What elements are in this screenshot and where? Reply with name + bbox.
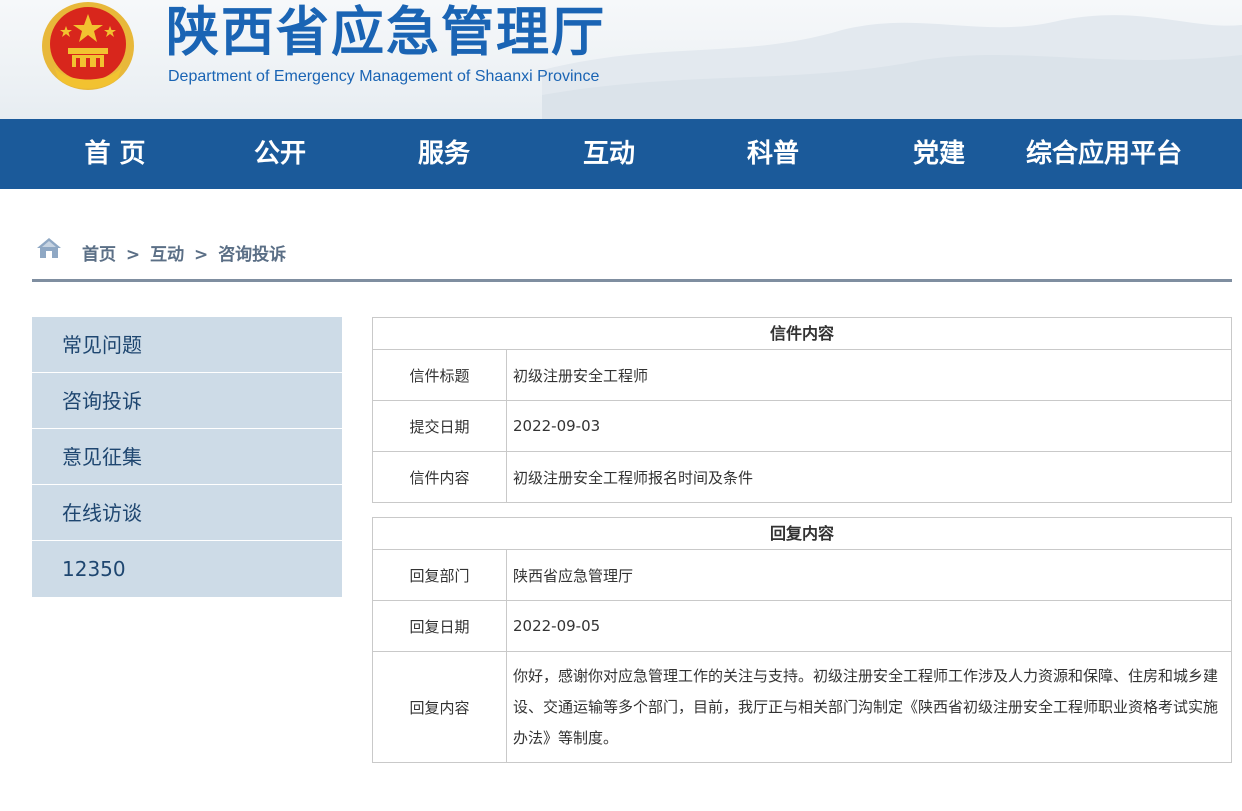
table-row: 信件内容 初级注册安全工程师报名时间及条件 xyxy=(373,452,1231,502)
site-title: 陕西省应急管理厅 xyxy=(166,2,606,63)
row-value: 初级注册安全工程师 xyxy=(513,366,649,385)
nav-item-platform[interactable]: 综合应用平台 xyxy=(1014,119,1194,189)
row-label: 回复日期 xyxy=(373,601,507,651)
table-row: 回复日期 2022-09-05 xyxy=(373,601,1231,652)
letter-heading: 信件内容 xyxy=(373,318,1231,350)
table-row: 回复部门 陕西省应急管理厅 xyxy=(373,550,1231,601)
home-icon[interactable] xyxy=(36,236,62,260)
breadcrumb-separator: > xyxy=(194,245,209,265)
nav-item-science[interactable]: 科普 xyxy=(718,119,828,189)
breadcrumb: 首页 > 互动 > 咨询投诉 xyxy=(82,240,286,265)
table-row: 回复内容 你好，感谢你对应急管理工作的关注与支持。初级注册安全工程师工作涉及人力… xyxy=(373,652,1231,762)
national-emblem-icon xyxy=(42,2,134,90)
nav-item-home[interactable]: 首 页 xyxy=(60,119,170,189)
sidebar: 常见问题 咨询投诉 意见征集 在线访谈 12350 xyxy=(32,317,342,598)
table-row: 提交日期 2022-09-03 xyxy=(373,401,1231,452)
sidebar-item-consult[interactable]: 咨询投诉 xyxy=(32,373,342,429)
row-label: 信件标题 xyxy=(373,350,507,400)
row-label: 回复部门 xyxy=(373,550,507,600)
reply-heading: 回复内容 xyxy=(373,518,1231,550)
table-row: 信件标题 初级注册安全工程师 xyxy=(373,350,1231,401)
reply-panel: 回复内容 回复部门 陕西省应急管理厅 回复日期 2022-09-05 回复内容 … xyxy=(372,517,1232,763)
nav-item-interaction[interactable]: 互动 xyxy=(554,119,664,189)
breadcrumb-home[interactable]: 首页 xyxy=(82,245,116,265)
breadcrumb-divider xyxy=(32,279,1232,282)
breadcrumb-current[interactable]: 咨询投诉 xyxy=(218,245,286,265)
row-label: 回复内容 xyxy=(373,652,507,762)
mountain-background xyxy=(542,15,1242,119)
row-value: 2022-09-05 xyxy=(513,617,601,635)
reply-text: 你好，感谢你对应急管理工作的关注与支持。初级注册安全工程师工作涉及人力资源和保障… xyxy=(513,666,1219,747)
nav-item-service[interactable]: 服务 xyxy=(389,119,499,189)
row-label: 信件内容 xyxy=(373,452,507,502)
main-nav: 首 页 公开 服务 互动 科普 党建 综合应用平台 xyxy=(0,119,1242,189)
sidebar-item-interview[interactable]: 在线访谈 xyxy=(32,485,342,541)
row-value: 初级注册安全工程师报名时间及条件 xyxy=(513,468,754,487)
row-value: 陕西省应急管理厅 xyxy=(513,566,634,585)
nav-item-public[interactable]: 公开 xyxy=(225,119,335,189)
nav-item-party[interactable]: 党建 xyxy=(884,119,994,189)
row-label: 提交日期 xyxy=(373,401,507,451)
row-value: 2022-09-03 xyxy=(513,417,601,435)
sidebar-item-opinion[interactable]: 意见征集 xyxy=(32,429,342,485)
sidebar-item-faq[interactable]: 常见问题 xyxy=(32,317,342,373)
breadcrumb-interaction[interactable]: 互动 xyxy=(150,245,184,265)
site-subtitle: Department of Emergency Management of Sh… xyxy=(168,68,600,85)
site-header: 陕西省应急管理厅 Department of Emergency Managem… xyxy=(0,0,1242,119)
letter-panel: 信件内容 信件标题 初级注册安全工程师 提交日期 2022-09-03 信件内容… xyxy=(372,317,1232,503)
sidebar-item-hotline[interactable]: 12350 xyxy=(32,541,342,598)
breadcrumb-separator: > xyxy=(125,245,141,265)
